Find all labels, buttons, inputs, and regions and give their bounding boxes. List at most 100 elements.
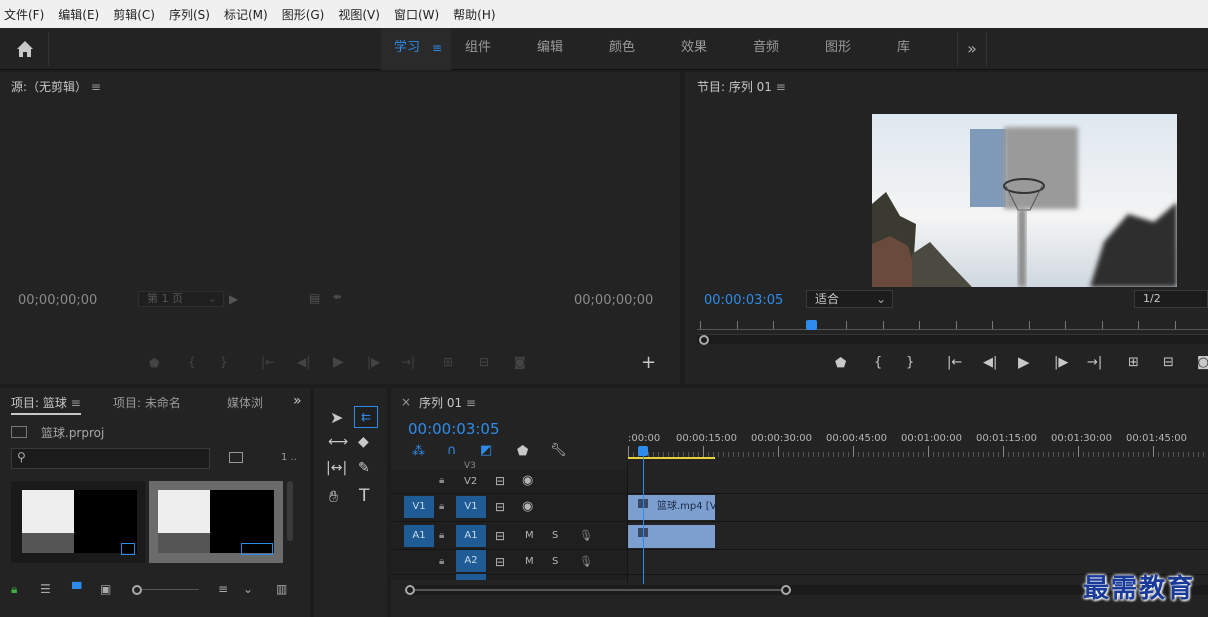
track-target-v1[interactable]: V1 <box>456 496 486 518</box>
new-bin-icon[interactable] <box>229 452 243 463</box>
menu-sequence[interactable]: 序列(S) <box>169 6 210 23</box>
lock-icon[interactable]: 🔒︎ <box>439 530 444 541</box>
lock-icon[interactable]: 🔒︎ <box>439 475 444 486</box>
scroll-thumb[interactable] <box>415 589 781 591</box>
marker-icon[interactable]: ⬟ <box>149 356 159 370</box>
eye-icon[interactable]: ◉ <box>522 473 533 488</box>
mute-button[interactable]: M <box>525 530 534 541</box>
camera-icon[interactable]: ◙ <box>514 355 526 369</box>
add-button[interactable]: + <box>641 352 656 373</box>
mark-out-icon[interactable]: } <box>906 355 914 370</box>
scroll-handle[interactable] <box>699 335 709 345</box>
menu-file[interactable]: 文件(F) <box>4 6 44 23</box>
project-search-input[interactable]: ⚲ <box>11 448 210 469</box>
nest-icon[interactable]: ⁂ <box>412 444 425 459</box>
work-area-bar[interactable] <box>628 457 715 459</box>
workspace-tab-libraries[interactable]: 库 <box>897 28 910 70</box>
workspace-more-button[interactable]: » <box>957 32 987 66</box>
program-playhead[interactable] <box>806 320 817 330</box>
workspace-tab-learn[interactable]: 学习 ≡ <box>381 28 451 70</box>
solo-button[interactable]: S <box>552 556 558 567</box>
project-item-thumbnail[interactable] <box>11 481 145 563</box>
track-target-a1[interactable]: A1 <box>456 525 486 547</box>
sync-lock-icon[interactable]: ⊟ <box>495 500 505 514</box>
razor-tool-icon[interactable]: ◆ <box>358 434 369 450</box>
program-monitor-title[interactable]: 节目: 序列 01 ≡ <box>697 78 786 95</box>
tab-project-basketball[interactable]: 项目: 篮球 ≡ <box>11 394 81 415</box>
program-timecode[interactable]: 00:00:03:05 <box>704 293 783 308</box>
track-target-a3[interactable] <box>456 574 486 580</box>
type-tool-icon[interactable]: T <box>359 486 369 506</box>
solo-button[interactable]: S <box>552 530 558 541</box>
track-v1[interactable] <box>391 495 1208 522</box>
track-v2[interactable] <box>391 470 1208 494</box>
menu-view[interactable]: 视图(V) <box>338 6 380 23</box>
audio-clip[interactable] <box>628 525 715 548</box>
go-to-out-icon[interactable]: →| <box>401 355 415 369</box>
extract-icon[interactable]: ⊟ <box>1163 355 1174 370</box>
scroll-handle-right[interactable] <box>781 585 791 595</box>
ripple-edit-tool-icon[interactable]: ⟷ <box>328 434 348 450</box>
eye-icon[interactable]: ◉ <box>522 499 533 514</box>
zoom-slider[interactable] <box>142 589 199 590</box>
pen-tool-icon[interactable]: ✎ <box>358 460 370 476</box>
sort-icon[interactable]: ≡ <box>218 582 228 596</box>
source-monitor-title[interactable]: 源:（无剪辑） ≡ <box>11 78 101 95</box>
lock-icon[interactable]: 🔒︎ <box>439 501 444 512</box>
step-forward-icon[interactable]: |▶ <box>367 355 380 369</box>
lock-icon[interactable]: 🔒︎ <box>11 582 17 597</box>
timeline-ruler[interactable]: :00:00 00:00:15:00 00:00:30:00 00:00:45:… <box>628 432 1208 462</box>
menu-clip[interactable]: 剪辑(C) <box>113 6 155 23</box>
zoom-slider-handle[interactable] <box>132 585 142 595</box>
play-icon[interactable]: ▶ <box>333 354 344 370</box>
workspace-tab-color[interactable]: 颜色 <box>609 28 635 70</box>
step-forward-icon[interactable]: |▶ <box>1054 355 1068 370</box>
page-select[interactable]: 第 1 页 ⌄ <box>138 291 224 307</box>
mute-button[interactable]: M <box>525 556 534 567</box>
menu-marker[interactable]: 标记(M) <box>224 6 268 23</box>
resolution-select[interactable]: 1/2 <box>1134 290 1208 308</box>
source-timecode-left[interactable]: 00;00;00;00 <box>18 293 97 308</box>
program-zoom-scrollbar[interactable] <box>697 334 1208 344</box>
mark-in-icon[interactable]: { <box>874 355 882 370</box>
go-to-in-icon[interactable]: |← <box>947 355 962 370</box>
camera-icon[interactable]: ◙ <box>1197 355 1208 370</box>
tab-media-browser[interactable]: 媒体浏 <box>227 394 263 411</box>
sync-lock-icon[interactable]: ⊟ <box>495 555 505 569</box>
sync-lock-icon[interactable]: ⊟ <box>495 529 505 543</box>
snap-magnet-icon[interactable]: ∩ <box>447 443 457 458</box>
workspace-tab-effects[interactable]: 效果 <box>681 28 707 70</box>
source-patch-a1[interactable]: A1 <box>404 525 434 547</box>
microphone-icon[interactable]: 🎙︎ <box>579 529 593 542</box>
go-to-in-icon[interactable]: |← <box>261 355 275 369</box>
video-clip[interactable]: 篮球.mp4 [V] <box>628 495 715 520</box>
wrench-settings-icon[interactable]: 🔧︎ <box>550 443 567 458</box>
freeform-view-icon[interactable]: ▣ <box>100 582 111 596</box>
marker-icon[interactable]: ⬟ <box>835 356 846 371</box>
menu-edit[interactable]: 编辑(E) <box>58 6 99 23</box>
panel-more-button[interactable]: » <box>293 393 302 409</box>
workspace-menu-icon[interactable]: ≡ <box>432 28 442 68</box>
close-tab-icon[interactable]: × <box>401 395 411 409</box>
play-arrow-icon[interactable]: ▶ <box>229 292 238 306</box>
insert-clip-icon[interactable]: ⊞ <box>443 355 453 369</box>
chevron-down-icon[interactable]: ⌄ <box>243 582 253 596</box>
track-target-a2[interactable]: A2 <box>456 550 486 572</box>
home-icon[interactable] <box>14 38 36 60</box>
step-back-icon[interactable]: ◀| <box>297 355 310 369</box>
microphone-icon[interactable]: 🎙︎ <box>579 555 593 568</box>
list-view-icon[interactable]: ☰ <box>40 582 51 596</box>
linked-selection-icon[interactable]: ◩ <box>480 443 492 458</box>
sync-lock-icon[interactable]: ⊟ <box>495 474 505 488</box>
panel-menu-icon[interactable]: ≡ <box>466 396 476 410</box>
step-back-icon[interactable]: ◀| <box>983 355 997 370</box>
panel-menu-icon[interactable]: ≡ <box>776 80 786 94</box>
workspace-tab-audio[interactable]: 音频 <box>753 28 779 70</box>
track-select-tool-icon[interactable]: ⇇ <box>354 406 378 428</box>
play-icon[interactable]: ▶ <box>1018 353 1030 371</box>
mark-out-icon[interactable]: } <box>220 355 228 369</box>
lock-icon[interactable]: 🔒︎ <box>439 556 444 567</box>
workspace-tab-editing[interactable]: 编辑 <box>537 28 563 70</box>
scroll-handle-left[interactable] <box>405 585 415 595</box>
menu-graphics[interactable]: 图形(G) <box>282 6 325 23</box>
